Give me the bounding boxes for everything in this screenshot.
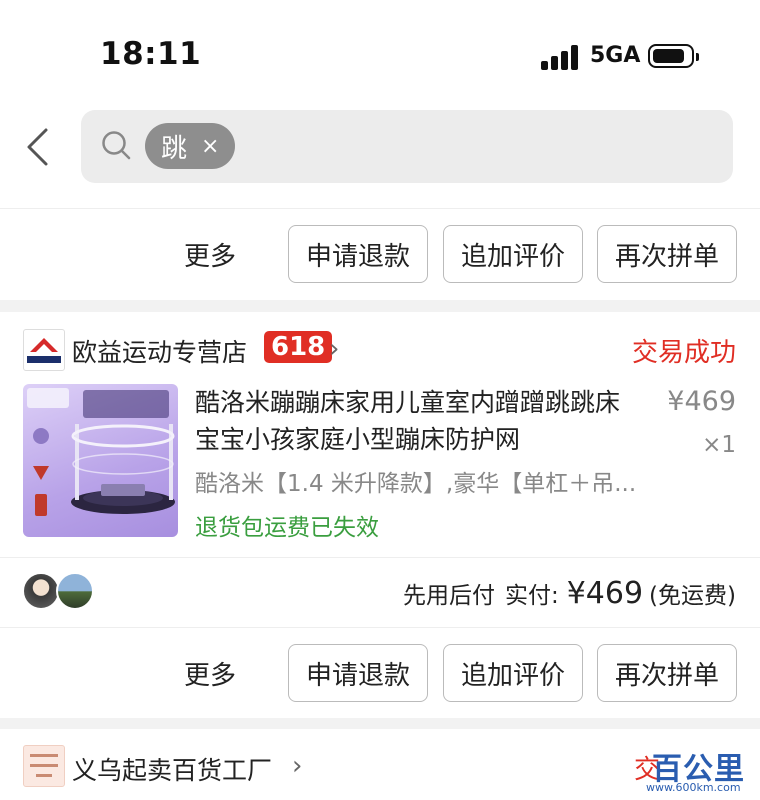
search-keyword-chip[interactable]: 跳 ×	[145, 123, 236, 169]
shop-name[interactable]: 欧益运动专营店	[72, 333, 247, 369]
payment-method: 先用后付	[402, 583, 495, 609]
product-title[interactable]: 酷洛米蹦蹦床家用儿童室内蹭蹭跳跳床宝宝小孩家庭小型蹦床防护网	[195, 384, 635, 458]
order-action-bar: 更多 申请退款 追加评价 再次拼单	[0, 627, 760, 718]
product-spec: 酷洛米【1.4 米升降款】,豪华【单杠＋吊...	[195, 471, 635, 497]
chip-label: 跳	[161, 133, 188, 164]
status-bar: 18:11 5GA	[0, 0, 760, 100]
previous-order-card: 更多 申请退款 追加评价 再次拼单	[0, 208, 760, 300]
payment-summary: 先用后付 实付: ¥469 (免运费)	[403, 576, 736, 611]
return-shipping-notice: 退货包运费已失效	[195, 515, 379, 541]
payment-label: 实付:	[504, 583, 559, 609]
back-icon[interactable]	[22, 126, 62, 168]
review-button[interactable]: 追加评价	[443, 225, 583, 283]
promo-badge: 618	[264, 331, 333, 363]
payment-amount: ¥469	[566, 576, 644, 611]
refund-button[interactable]: 申请退款	[288, 225, 428, 283]
search-icon	[101, 130, 131, 160]
shop-header[interactable]: 欧益运动专营店 618 › 交易成功	[0, 312, 760, 382]
search-input[interactable]: 跳 ×	[81, 110, 733, 183]
chevron-right-icon: ›	[292, 751, 303, 781]
battery-icon	[648, 44, 699, 68]
order-card[interactable]: 欧益运动专营店 618 › 交易成功 酷洛米蹦蹦床家用儿童室内蹭蹭跳跳床宝宝小孩…	[0, 312, 760, 718]
shop-logo	[23, 745, 65, 787]
order-status: 交易成功	[631, 338, 736, 368]
watermark-url: www.600km.com	[646, 781, 741, 794]
product-price: ¥469	[667, 386, 736, 417]
payment-row: 先用后付 实付: ¥469 (免运费)	[0, 557, 760, 630]
shop-name[interactable]: 义乌起卖百货工厂	[72, 751, 272, 787]
status-time: 18:11	[100, 36, 202, 72]
product-quantity: ×1	[702, 432, 736, 458]
reorder-button[interactable]: 再次拼单	[597, 225, 737, 283]
order-action-bar: 更多 申请退款 追加评价 再次拼单	[0, 208, 760, 299]
close-icon[interactable]: ×	[201, 134, 219, 159]
chevron-right-icon: ›	[329, 334, 340, 364]
refund-button[interactable]: 申请退款	[288, 644, 428, 702]
more-button[interactable]: 更多	[184, 236, 236, 273]
network-type: 5GA	[590, 43, 641, 68]
avatar	[22, 572, 60, 610]
shop-logo	[23, 329, 65, 371]
more-button[interactable]: 更多	[184, 655, 236, 692]
product-image[interactable]	[23, 384, 178, 537]
avatar	[56, 572, 94, 610]
search-header: 跳 ×	[0, 100, 760, 208]
signal-icon	[541, 44, 581, 70]
reorder-button[interactable]: 再次拼单	[597, 644, 737, 702]
watermark: 百公里 www.600km.com	[640, 744, 758, 798]
payment-note: (免运费)	[649, 583, 736, 609]
review-button[interactable]: 追加评价	[443, 644, 583, 702]
